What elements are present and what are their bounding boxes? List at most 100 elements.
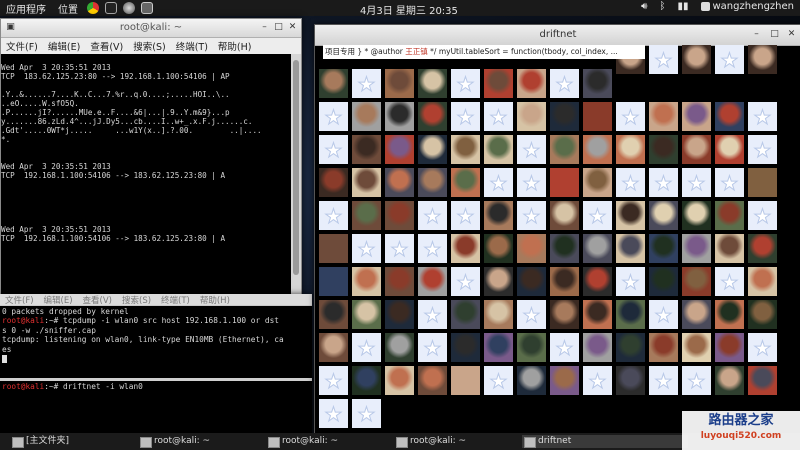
menu-file[interactable]: 文件(F) [0,294,39,306]
output-line: Wed Apr 3 20:35:51 2013 [1,225,111,234]
places-menu[interactable]: 位置 [52,1,84,16]
user-icon[interactable]: wangzhengzhen [700,1,794,12]
clock[interactable]: 4月3日 星期三 20:35 [360,2,458,17]
placeholder-star-icon: ★ [319,135,348,164]
taskbar-item-terminal[interactable]: root@kali: ~ [138,435,272,448]
terminal-output[interactable]: 0 packets dropped by kernel root@kali:~#… [0,306,312,364]
menu-view[interactable]: 查看(V) [78,294,117,306]
captured-image-thumbnail [517,267,546,296]
output-line: Wed Apr 3 20:35:51 2013 [1,162,111,171]
window-titlebar[interactable]: driftnet – □ ✕ [315,25,800,46]
captured-image-thumbnail [484,300,513,329]
star-icon: ★ [555,335,574,360]
screenshot-icon[interactable] [141,2,153,14]
placeholder-star-icon: ★ [616,102,645,131]
bluetooth-icon[interactable]: ᛒ [659,1,665,12]
menu-edit[interactable]: 编辑(E) [39,294,78,306]
terminal-window-tcpflow[interactable]: ▣ root@kali: ~ – □ ✕ 文件(F) 编辑(E) 查看(V) 搜… [0,18,302,296]
terminal-output[interactable]: root@kali:~# driftnet -i wlan0 [0,381,312,392]
maximize-icon[interactable]: □ [272,21,285,34]
system-tray: 🔊︎ ᛒ ▮▮ wangzhengzhen [641,1,794,12]
chrome-icon[interactable] [87,2,99,14]
menu-view[interactable]: 查看(V) [85,39,128,53]
driftnet-window[interactable]: driftnet – □ ✕ ★ ★ ★ ★ ★ ★ ★ ★ ★ ★ ★ ★ ★ ★ ★ ★ ★ ★ ★ ★ ★ ★ ★ ★ ★… [314,24,800,435]
captured-image-thumbnail [649,267,678,296]
captured-image-thumbnail [418,366,447,395]
captured-image-thumbnail [484,333,513,362]
captured-image-thumbnail [616,201,645,230]
window-titlebar[interactable]: ▣ root@kali: ~ – □ ✕ [1,19,301,38]
menu-search[interactable]: 搜索(S) [117,294,156,306]
volume-icon[interactable]: 🔊︎ [641,1,647,12]
terminal-window-tcpdump[interactable]: 文件(F) 编辑(E) 查看(V) 搜索(S) 终端(T) 帮助(H) 0 pa… [0,294,312,378]
menu-edit[interactable]: 编辑(E) [43,39,85,53]
minimize-icon[interactable]: – [258,21,271,34]
close-icon[interactable]: ✕ [286,21,299,34]
output-line: TCP 183.62.125.23:80 --> 192.168.1.100:5… [1,72,230,81]
captured-image-thumbnail [583,102,612,131]
star-icon: ★ [357,71,376,96]
star-icon: ★ [522,170,541,195]
terminal-output[interactable]: Wed Apr 3 20:35:51 2013 TCP 183.62.125.23… [1,54,291,295]
menu-help[interactable]: 帮助(H) [195,294,235,306]
scrollbar[interactable] [291,54,301,295]
captured-image-thumbnail [319,267,348,296]
applications-menu[interactable]: 应用程序 [0,1,52,16]
menu-terminal[interactable]: 终端(T) [156,294,195,306]
star-icon: ★ [753,335,772,360]
menu-help[interactable]: 帮助(H) [213,39,257,53]
close-icon[interactable]: ✕ [785,28,798,41]
taskbar-item-driftnet[interactable]: driftnet [522,435,688,448]
captured-image-thumbnail [550,300,579,329]
captured-image-thumbnail [583,300,612,329]
terminal-window-driftnet[interactable]: root@kali:~# driftnet -i wlan0 [0,378,312,436]
placeholder-star-icon: ★ [517,300,546,329]
placeholder-star-icon: ★ [517,168,546,197]
menu-file[interactable]: 文件(F) [1,39,43,53]
placeholder-star-icon: ★ [715,267,744,296]
taskbar-item-terminal[interactable]: root@kali: ~ [266,435,400,448]
star-icon: ★ [621,170,640,195]
window-title: root@kali: ~ [119,22,183,33]
output-line: .Gdt'.....0WT*j..... ...w1Y(x..].?.00. .… [1,126,262,135]
star-icon: ★ [522,203,541,228]
minimize-icon[interactable]: – [750,28,763,41]
taskbar-item-home-folder[interactable]: [主文件夹] [10,435,146,448]
captured-text-snippet[interactable]: 项目专用 } * @author 王正镇 */ myUtil.tableSort… [323,45,645,59]
taskbar-label: root@kali: ~ [282,436,339,446]
star-icon: ★ [720,269,739,294]
captured-image-thumbnail [517,366,546,395]
captured-image-thumbnail [451,366,480,395]
captured-image-thumbnail [616,300,645,329]
network-icon[interactable]: ▮▮ [677,1,688,12]
taskbar-item-terminal[interactable]: root@kali: ~ [394,435,528,448]
captured-image-thumbnail [715,102,744,131]
star-icon: ★ [720,47,739,72]
star-icon: ★ [456,71,475,96]
captured-image-thumbnail [715,333,744,362]
captured-image-thumbnail [451,234,480,263]
output-line: *. [1,135,11,144]
maximize-icon[interactable]: □ [768,28,781,41]
star-icon: ★ [753,137,772,162]
top-panel: 应用程序 位置 4月3日 星期三 20:35 🔊︎ ᛒ ▮▮ wangzheng… [0,0,800,17]
app-window-icon [524,437,536,448]
menu-search[interactable]: 搜索(S) [128,39,170,53]
star-icon: ★ [324,401,343,426]
scrollbar-thumb[interactable] [293,60,299,275]
menu-terminal[interactable]: 终端(T) [171,39,213,53]
placeholder-star-icon: ★ [583,366,612,395]
terminal-icon[interactable] [105,2,117,14]
captured-image-thumbnail [385,168,414,197]
orb-icon[interactable] [123,2,135,14]
captured-image-thumbnail [451,168,480,197]
star-icon: ★ [522,302,541,327]
output-line: 0 packets dropped by kernel [2,307,129,316]
captured-image-thumbnail [385,267,414,296]
star-icon: ★ [753,104,772,129]
placeholder-star-icon: ★ [418,300,447,329]
